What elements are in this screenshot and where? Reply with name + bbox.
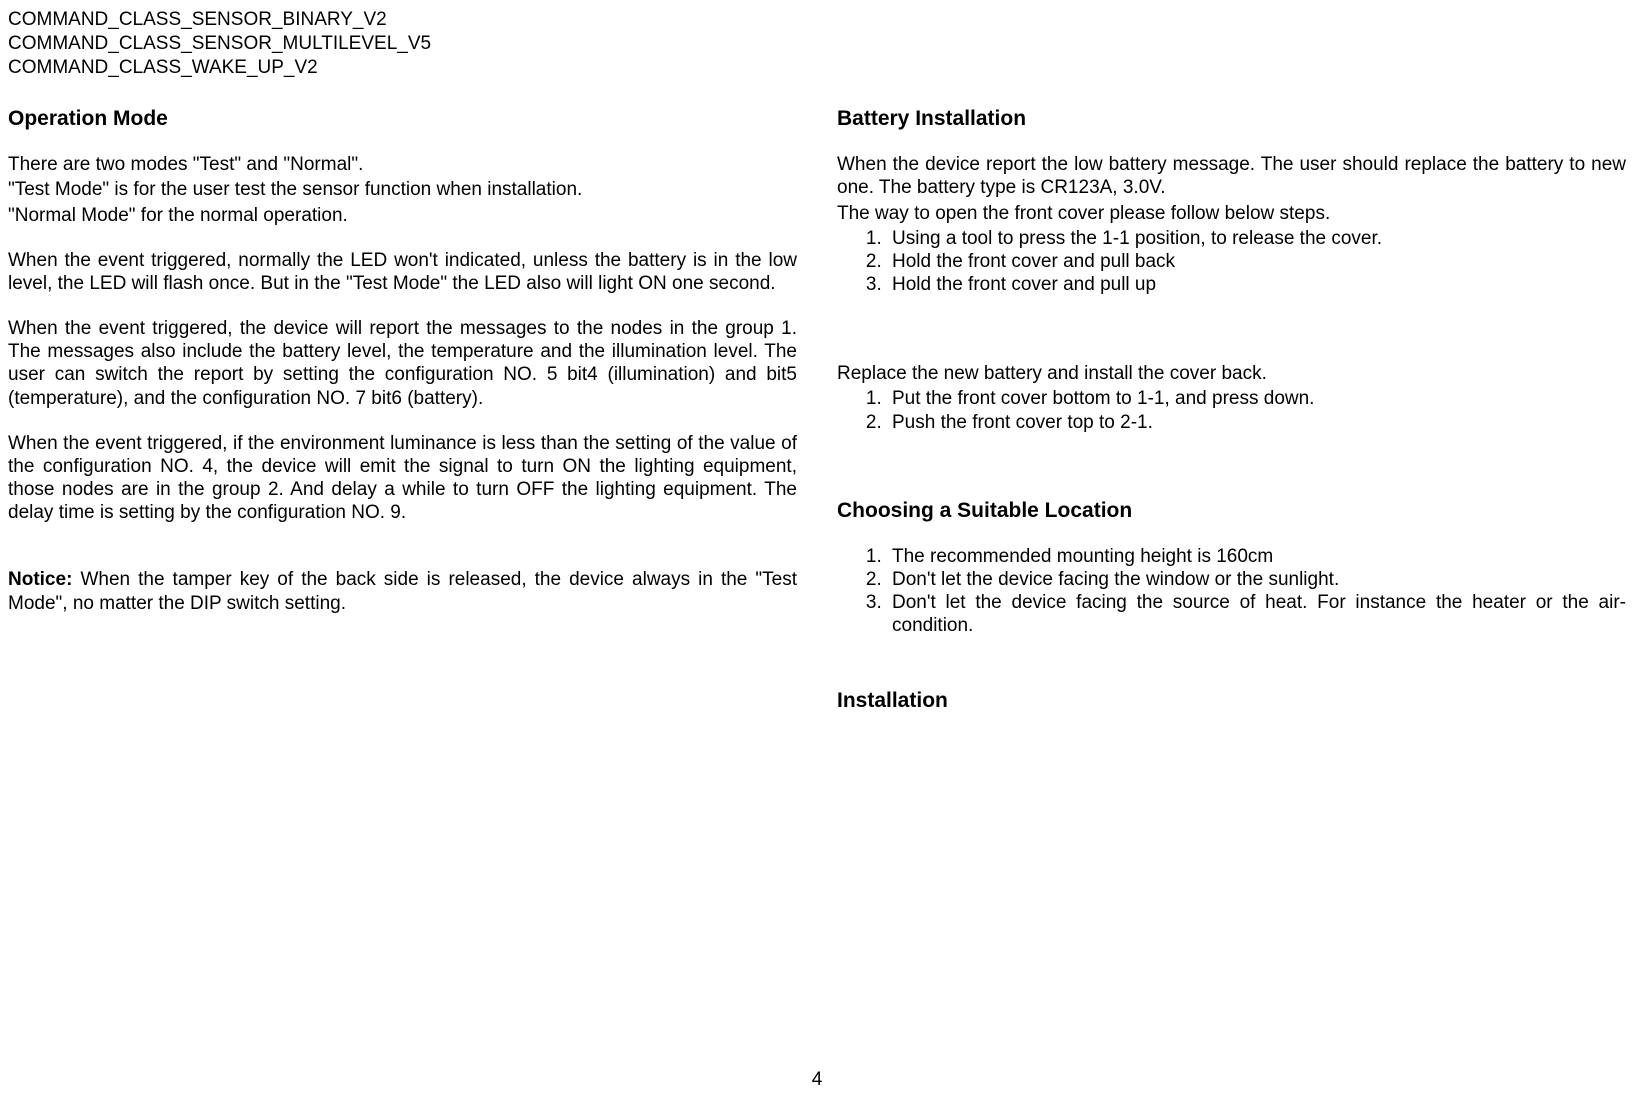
operation-mode-heading: Operation Mode	[8, 107, 797, 131]
battery-installation-heading: Battery Installation	[837, 107, 1626, 131]
location-steps: The recommended mounting height is 160cm…	[837, 545, 1626, 638]
install-cover-steps: Put the front cover bottom to 1-1, and p…	[837, 387, 1626, 433]
notice-text: When the tamper key of the back side is …	[8, 569, 797, 613]
list-item: Push the front cover top to 2-1.	[887, 411, 1626, 434]
normal-mode-desc: "Normal Mode" for the normal operation.	[8, 204, 797, 227]
installation-heading: Installation	[837, 689, 1626, 713]
page-number: 4	[0, 1069, 1634, 1091]
replace-battery-intro: Replace the new battery and install the …	[837, 362, 1626, 385]
led-behavior: When the event triggered, normally the L…	[8, 249, 797, 295]
command-class-2: COMMAND_CLASS_SENSOR_MULTILEVEL_V5	[8, 32, 1626, 56]
luminance-behavior: When the event triggered, if the environ…	[8, 432, 797, 525]
report-messages: When the event triggered, the device wil…	[8, 317, 797, 410]
list-item: Hold the front cover and pull up	[887, 273, 1626, 296]
list-item: Put the front cover bottom to 1-1, and p…	[887, 387, 1626, 410]
notice-paragraph: Notice: When the tamper key of the back …	[8, 568, 797, 614]
list-item: Don't let the device facing the source o…	[887, 591, 1626, 637]
notice-label: Notice:	[8, 569, 72, 590]
list-item: Hold the front cover and pull back	[887, 250, 1626, 273]
test-mode-desc: "Test Mode" is for the user test the sen…	[8, 178, 797, 201]
command-class-3: COMMAND_CLASS_WAKE_UP_V2	[8, 56, 1626, 80]
header-commands: COMMAND_CLASS_SENSOR_BINARY_V2 COMMAND_C…	[8, 8, 1626, 79]
command-class-1: COMMAND_CLASS_SENSOR_BINARY_V2	[8, 8, 1626, 32]
left-column: Operation Mode There are two modes "Test…	[8, 107, 797, 1105]
modes-intro: There are two modes "Test" and "Normal".	[8, 153, 797, 176]
list-item: Don't let the device facing the window o…	[887, 568, 1626, 591]
location-heading: Choosing a Suitable Location	[837, 499, 1626, 523]
open-cover-steps: Using a tool to press the 1-1 position, …	[837, 227, 1626, 297]
battery-replace-text: When the device report the low battery m…	[837, 153, 1626, 199]
list-item: The recommended mounting height is 160cm	[887, 545, 1626, 568]
list-item: Using a tool to press the 1-1 position, …	[887, 227, 1626, 250]
open-cover-intro: The way to open the front cover please f…	[837, 202, 1626, 225]
right-column: Battery Installation When the device rep…	[837, 107, 1626, 1105]
